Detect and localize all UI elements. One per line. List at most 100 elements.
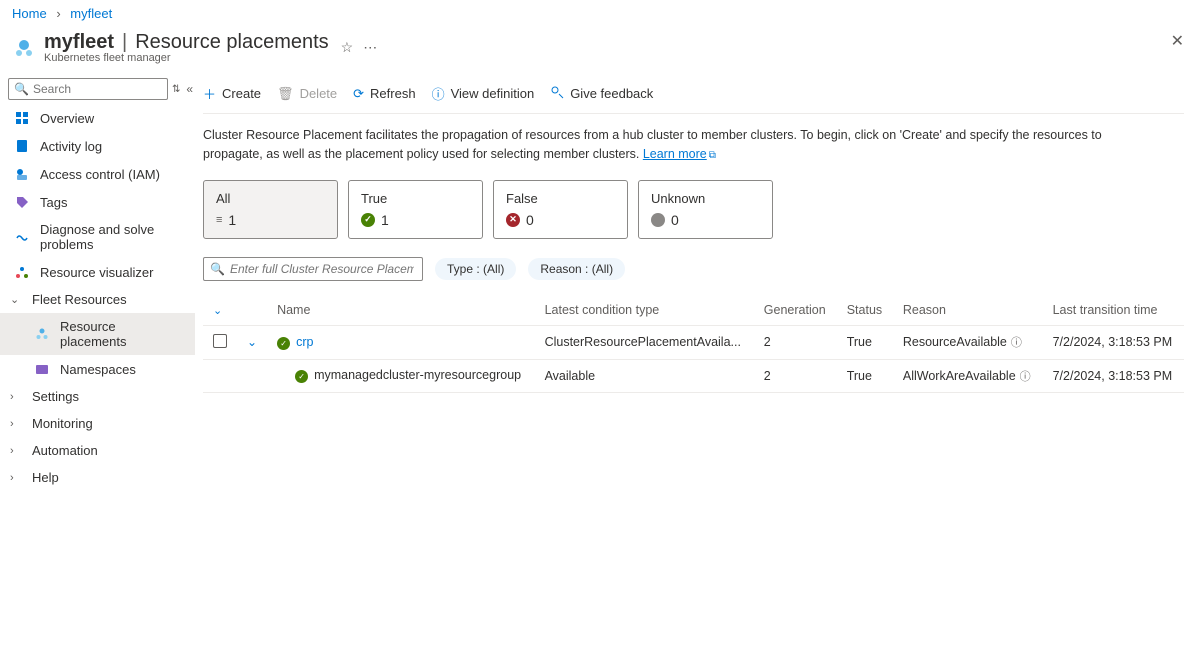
viewdef-label: View definition <box>451 86 535 101</box>
col-generation[interactable]: Generation <box>754 295 837 326</box>
resource-type: Kubernetes fleet manager <box>44 52 329 64</box>
cell-name: ✓mymanagedcluster-myresourcegroup <box>267 359 535 392</box>
nav-placements-label: Resource placements <box>60 319 185 349</box>
nav-activity[interactable]: Activity log <box>0 132 195 160</box>
nav-diagnose[interactable]: Diagnose and solve problems <box>0 216 195 258</box>
sidebar-search-input[interactable] <box>8 78 168 100</box>
info-icon[interactable]: ⓘ <box>1011 337 1022 349</box>
filter-reason-pill[interactable]: Reason : (All) <box>528 258 625 280</box>
card-all-label: All <box>216 191 325 206</box>
nav-settings[interactable]: › Settings <box>0 383 195 410</box>
nav-fleet-label: Fleet Resources <box>32 292 127 307</box>
create-button[interactable]: ＋ Create <box>203 84 261 103</box>
breadcrumb: Home › myfleet <box>0 0 1200 27</box>
cell-reason: ResourceAvailable ⓘ <box>893 325 1043 359</box>
more-icon[interactable]: ⋯ <box>363 39 377 56</box>
filter-reason-value: (All) <box>592 262 613 276</box>
main-content: ＋ Create 🗑 Delete ⟳ Refresh ⓘ View defin… <box>195 74 1200 495</box>
col-reason[interactable]: Reason <box>893 295 1043 326</box>
check-icon: ✓ <box>361 213 375 227</box>
table-row[interactable]: ✓mymanagedcluster-myresourcegroup Availa… <box>203 359 1184 392</box>
cell-condition: Available <box>535 359 754 392</box>
create-label: Create <box>222 86 261 101</box>
page-name: Resource placements <box>135 31 328 54</box>
card-unknown-label: Unknown <box>651 191 760 206</box>
nav-placements[interactable]: Resource placements <box>0 313 195 355</box>
nav-overview[interactable]: Overview <box>0 104 195 132</box>
reason-text: ResourceAvailable <box>903 335 1007 349</box>
chevron-right-icon: › <box>10 472 22 484</box>
filter-type-value: (All) <box>483 262 504 276</box>
col-sort[interactable]: ⌄ <box>203 295 237 326</box>
favorite-star-icon[interactable]: ☆ <box>341 39 354 56</box>
info-icon: ⓘ <box>432 84 445 103</box>
col-checkbox <box>237 295 267 326</box>
cell-reason: AllWorkAreAvailableⓘ <box>893 359 1043 392</box>
filter-type-pill[interactable]: Type : (All) <box>435 258 516 280</box>
collapse-icon[interactable]: « <box>186 82 193 96</box>
filter-type-label: Type : <box>447 262 483 276</box>
col-status[interactable]: Status <box>837 295 893 326</box>
expand-chevron-icon[interactable]: ⌄ <box>247 335 257 349</box>
nav-diagnose-label: Diagnose and solve problems <box>40 222 185 252</box>
feedback-icon <box>550 85 564 102</box>
chevron-right-icon: › <box>10 418 22 430</box>
refresh-button[interactable]: ⟳ Refresh <box>353 86 415 102</box>
row-checkbox[interactable] <box>213 334 227 348</box>
learn-more-link[interactable]: Learn more <box>643 147 707 161</box>
nav-visualizer-label: Resource visualizer <box>40 265 153 280</box>
table-row[interactable]: ⌄ ✓ crp ClusterResourcePlacementAvaila...… <box>203 325 1184 359</box>
sidebar-search: 🔍 ⇅ « <box>8 78 187 100</box>
nav-visualizer[interactable]: Resource visualizer <box>0 258 195 286</box>
nav-help[interactable]: › Help <box>0 464 195 491</box>
breadcrumb-sep: › <box>56 6 60 21</box>
card-true-label: True <box>361 191 470 206</box>
divider <box>203 113 1184 114</box>
fleet-resource-icon <box>12 36 36 60</box>
col-condition[interactable]: Latest condition type <box>535 295 754 326</box>
chevron-right-icon: › <box>10 391 22 403</box>
nav-settings-label: Settings <box>32 389 79 404</box>
card-true[interactable]: True ✓ 1 <box>348 180 483 239</box>
nav-monitoring[interactable]: › Monitoring <box>0 410 195 437</box>
card-all[interactable]: All ≡1 <box>203 180 338 239</box>
close-icon[interactable]: ✕ <box>1171 31 1184 51</box>
card-false[interactable]: False ✕0 <box>493 180 628 239</box>
dot-icon <box>651 213 665 227</box>
nav-help-label: Help <box>32 470 59 485</box>
nav-automation[interactable]: › Automation <box>0 437 195 464</box>
placements-icon <box>34 326 50 342</box>
resource-name: myfleet <box>44 31 114 54</box>
cell-transition: 7/2/2024, 3:18:53 PM <box>1043 325 1184 359</box>
filter-search-input[interactable] <box>203 257 423 281</box>
namespaces-icon <box>34 361 50 377</box>
breadcrumb-resource[interactable]: myfleet <box>70 6 112 21</box>
status-check-icon: ✓ <box>277 337 290 350</box>
card-unknown[interactable]: Unknown 0 <box>638 180 773 239</box>
col-name[interactable]: Name <box>267 295 535 326</box>
cell-condition: ClusterResourcePlacementAvaila... <box>535 325 754 359</box>
viewdef-button[interactable]: ⓘ View definition <box>432 84 535 103</box>
plus-icon: ＋ <box>203 84 216 103</box>
col-transition[interactable]: Last transition time <box>1043 295 1184 326</box>
title-sep: | <box>122 31 127 54</box>
iam-icon <box>14 166 30 182</box>
nav-iam[interactable]: Access control (IAM) <box>0 160 195 188</box>
nav-tags[interactable]: Tags <box>0 188 195 216</box>
nav-overview-label: Overview <box>40 111 94 126</box>
info-icon[interactable]: ⓘ <box>1020 371 1031 383</box>
refresh-label: Refresh <box>370 86 416 101</box>
nav-fleet[interactable]: ⌄ Fleet Resources <box>0 286 195 313</box>
cell-status: True <box>837 325 893 359</box>
feedback-button[interactable]: Give feedback <box>550 85 653 102</box>
delete-button[interactable]: 🗑 Delete <box>277 86 337 102</box>
updown-icon[interactable]: ⇅ <box>172 84 180 95</box>
list-icon: ≡ <box>216 214 222 226</box>
card-true-value: 1 <box>381 212 389 228</box>
breadcrumb-home[interactable]: Home <box>12 6 47 21</box>
table-header-row: ⌄ Name Latest condition type Generation … <box>203 295 1184 326</box>
nav-namespaces[interactable]: Namespaces <box>0 355 195 383</box>
crp-link[interactable]: crp <box>296 335 313 349</box>
refresh-icon: ⟳ <box>353 86 364 102</box>
toolbar: ＋ Create 🗑 Delete ⟳ Refresh ⓘ View defin… <box>203 74 1184 113</box>
